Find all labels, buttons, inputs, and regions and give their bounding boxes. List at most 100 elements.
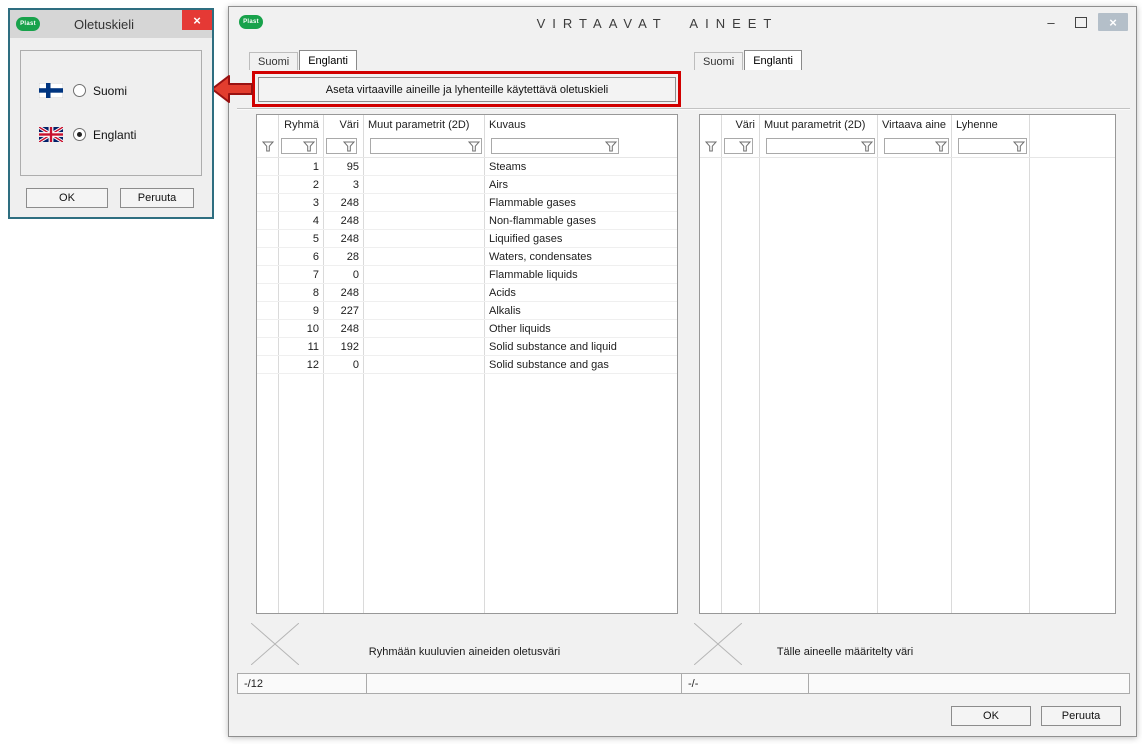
filter-cell bbox=[952, 135, 1030, 157]
left-table-empty-area bbox=[257, 374, 677, 613]
red-arrow-annotation-icon bbox=[210, 72, 254, 106]
table-row[interactable]: 5248Liquified gases bbox=[257, 230, 677, 248]
filter-input[interactable] bbox=[326, 138, 357, 154]
table-cell bbox=[364, 194, 485, 211]
radio-englanti[interactable]: Englanti bbox=[73, 128, 136, 142]
filter-icon[interactable] bbox=[262, 141, 274, 152]
table-row[interactable]: 23Airs bbox=[257, 176, 677, 194]
table-row[interactable]: 10248Other liquids bbox=[257, 320, 677, 338]
grid-filler-cell bbox=[760, 158, 878, 613]
column-header-virtaava-aine[interactable]: Virtaava aine bbox=[878, 115, 952, 135]
table-cell bbox=[364, 356, 485, 373]
close-button[interactable]: × bbox=[1098, 13, 1128, 31]
left-table-body: 195Steams23Airs3248Flammable gases4248No… bbox=[257, 158, 677, 374]
legend-text: Ryhmään kuuluvien aineiden oletusväri bbox=[251, 646, 678, 658]
column-header-kuvaus[interactable]: Kuvaus bbox=[485, 115, 677, 135]
left-tab-suomi[interactable]: Suomi bbox=[249, 52, 298, 70]
column-header-muut-parametrit[interactable]: Muut parametrit (2D) bbox=[760, 115, 878, 135]
table-cell bbox=[364, 302, 485, 319]
left-tab-englanti[interactable]: Englanti bbox=[299, 50, 357, 70]
filter-input[interactable] bbox=[884, 138, 949, 154]
filter-icon[interactable] bbox=[705, 141, 717, 152]
table-row[interactable]: 70Flammable liquids bbox=[257, 266, 677, 284]
table-cell bbox=[364, 248, 485, 265]
finland-flag-icon bbox=[39, 83, 63, 98]
radio-suomi[interactable]: Suomi bbox=[73, 84, 127, 98]
minimize-button[interactable]: – bbox=[1038, 13, 1064, 31]
filter-icon[interactable] bbox=[343, 141, 355, 152]
table-cell bbox=[364, 338, 485, 355]
filter-icon[interactable] bbox=[605, 141, 617, 152]
filter-input[interactable] bbox=[958, 138, 1027, 154]
filter-cell bbox=[364, 135, 485, 157]
filter-input[interactable] bbox=[491, 138, 619, 154]
window-titlebar[interactable]: Plast VIRTAAVAT AINEET – × bbox=[229, 7, 1136, 39]
cancel-button[interactable]: Peruuta bbox=[1041, 706, 1121, 726]
right-tab-strip: Suomi Englanti bbox=[694, 50, 803, 70]
column-header-ryhma[interactable]: Ryhmä bbox=[279, 115, 324, 135]
filter-icon[interactable] bbox=[935, 141, 947, 152]
table-row[interactable]: 3248Flammable gases bbox=[257, 194, 677, 212]
close-button[interactable]: × bbox=[182, 10, 212, 30]
filter-input[interactable] bbox=[766, 138, 875, 154]
filter-icon[interactable] bbox=[303, 141, 315, 152]
table-row[interactable]: 9227Alkalis bbox=[257, 302, 677, 320]
maximize-button[interactable] bbox=[1068, 13, 1094, 31]
indicator-column-header bbox=[700, 115, 722, 135]
row-indicator bbox=[257, 194, 279, 211]
dialog-cancel-button[interactable]: Peruuta bbox=[120, 188, 194, 208]
status-panel bbox=[808, 673, 1130, 694]
close-icon: × bbox=[1109, 15, 1117, 30]
right-tab-englanti[interactable]: Englanti bbox=[744, 50, 802, 70]
status-bar: -/12 -/- bbox=[237, 673, 1130, 694]
set-default-language-button[interactable]: Aseta virtaaville aineille ja lyhenteill… bbox=[258, 77, 676, 102]
language-option-row: Suomi bbox=[39, 83, 127, 98]
filter-input[interactable] bbox=[281, 138, 317, 154]
table-row[interactable]: 8248Acids bbox=[257, 284, 677, 302]
right-tab-suomi[interactable]: Suomi bbox=[694, 52, 743, 70]
table-row[interactable]: 4248Non-flammable gases bbox=[257, 212, 677, 230]
row-indicator bbox=[257, 248, 279, 265]
status-panel bbox=[366, 673, 682, 694]
table-cell: 0 bbox=[324, 266, 364, 283]
filter-icon[interactable] bbox=[468, 141, 480, 152]
column-header-lyhenne[interactable]: Lyhenne bbox=[952, 115, 1030, 135]
table-row[interactable]: 11192Solid substance and liquid bbox=[257, 338, 677, 356]
radio-englanti-label: Englanti bbox=[93, 128, 136, 142]
separator-line bbox=[237, 108, 1130, 110]
app-icon: Plast bbox=[239, 15, 263, 29]
table-cell: 10 bbox=[279, 320, 324, 337]
table-cell: 248 bbox=[324, 230, 364, 247]
filter-cell bbox=[1030, 135, 1115, 157]
dialog-ok-button[interactable]: OK bbox=[26, 188, 108, 208]
column-header-muut-parametrit[interactable]: Muut parametrit (2D) bbox=[364, 115, 485, 135]
dialog-titlebar[interactable]: Plast Oletuskieli × bbox=[10, 10, 212, 38]
filter-icon[interactable] bbox=[739, 141, 751, 152]
filter-icon[interactable] bbox=[861, 141, 873, 152]
row-indicator bbox=[257, 302, 279, 319]
column-header-filler bbox=[1030, 115, 1115, 135]
table-cell: 6 bbox=[279, 248, 324, 265]
column-header-vari[interactable]: Väri bbox=[722, 115, 760, 135]
ok-button[interactable]: OK bbox=[951, 706, 1031, 726]
filter-input[interactable] bbox=[724, 138, 753, 154]
grid-filler-cell bbox=[324, 374, 364, 613]
filter-cell bbox=[700, 135, 722, 157]
filter-input[interactable] bbox=[370, 138, 482, 154]
row-indicator bbox=[257, 230, 279, 247]
row-indicator bbox=[257, 338, 279, 355]
column-header-vari[interactable]: Väri bbox=[324, 115, 364, 135]
table-cell: 28 bbox=[324, 248, 364, 265]
table-row[interactable]: 120Solid substance and gas bbox=[257, 356, 677, 374]
table-row[interactable]: 628Waters, condensates bbox=[257, 248, 677, 266]
table-cell bbox=[364, 320, 485, 337]
filter-icon[interactable] bbox=[1013, 141, 1025, 152]
left-filter-row bbox=[257, 135, 677, 158]
table-cell bbox=[364, 212, 485, 229]
filter-cell bbox=[257, 135, 279, 157]
grid-filler-cell bbox=[722, 158, 760, 613]
table-cell: Steams bbox=[485, 158, 677, 175]
radio-suomi-label: Suomi bbox=[93, 84, 127, 98]
table-row[interactable]: 195Steams bbox=[257, 158, 677, 176]
grid-filler-cell bbox=[1030, 158, 1115, 613]
